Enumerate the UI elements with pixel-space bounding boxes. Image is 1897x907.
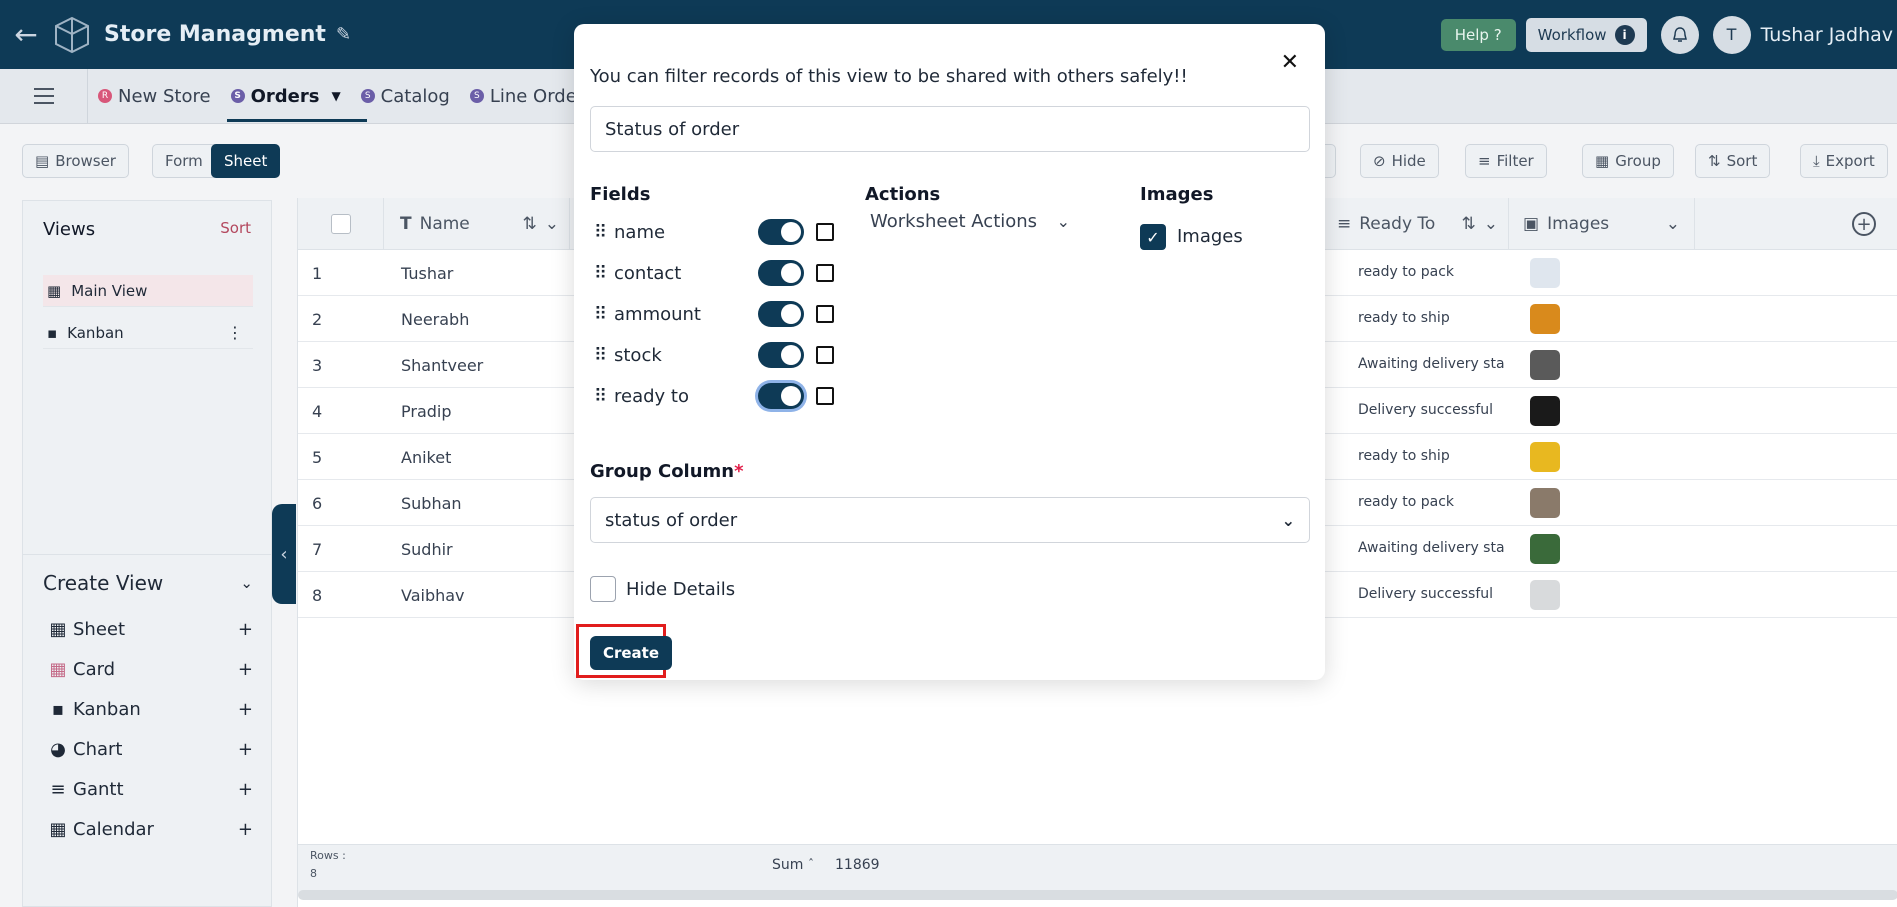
field-row-stock[interactable]: ⠿ stock [594,340,834,370]
create-view-modal: ✕ You can filter records of this view to… [574,24,1325,680]
actions-select[interactable]: Worksheet Actions ⌄ [870,204,1070,238]
field-label: stock [614,344,662,366]
images-checkbox[interactable]: ✓ [1140,224,1166,250]
image-icon[interactable] [816,223,834,241]
field-row-contact[interactable]: ⠿ contact [594,258,834,288]
field-visibility-toggle[interactable] [758,219,804,245]
field-visibility-toggle[interactable] [758,260,804,286]
chevron-down-icon: ⌄ [1281,510,1295,530]
hide-details-label: Hide Details [626,579,736,600]
image-icon[interactable] [816,305,834,323]
group-column-select[interactable]: status of order ⌄ [590,497,1310,543]
drag-handle-icon[interactable]: ⠿ [594,345,610,366]
drag-handle-icon[interactable]: ⠿ [594,222,610,243]
create-button[interactable]: Create [590,636,672,670]
field-row-ready-to[interactable]: ⠿ ready to [594,381,834,411]
field-visibility-toggle[interactable] [758,383,804,409]
field-label: ready to [614,385,689,407]
actions-title: Actions [865,184,941,205]
field-label: contact [614,262,682,284]
images-checkbox-label: Images [1177,226,1243,247]
drag-handle-icon[interactable]: ⠿ [594,304,610,325]
field-label: ammount [614,303,701,325]
hide-details-checkbox[interactable] [590,576,616,602]
modal-info-text: You can filter records of this view to b… [590,66,1188,87]
required-marker: * [734,461,744,482]
drag-handle-icon[interactable]: ⠿ [594,263,610,284]
group-column-label: Group Column* [590,461,744,482]
fields-title: Fields [590,184,651,205]
group-column-text: Group Column [590,461,735,482]
field-visibility-toggle[interactable] [758,301,804,327]
drag-handle-icon[interactable]: ⠿ [594,386,610,407]
view-name-input[interactable]: Status of order [590,106,1310,152]
images-title: Images [1140,184,1214,205]
chevron-down-icon: ⌄ [1056,211,1070,231]
field-row-name[interactable]: ⠿ name [594,217,834,247]
close-icon[interactable]: ✕ [1281,50,1299,75]
actions-select-value: Worksheet Actions [870,210,1038,232]
image-icon[interactable] [816,346,834,364]
field-row-ammount[interactable]: ⠿ ammount [594,299,834,329]
group-column-value: status of order [605,509,738,531]
image-icon[interactable] [816,387,834,405]
field-visibility-toggle[interactable] [758,342,804,368]
field-label: name [614,221,666,243]
image-icon[interactable] [816,264,834,282]
